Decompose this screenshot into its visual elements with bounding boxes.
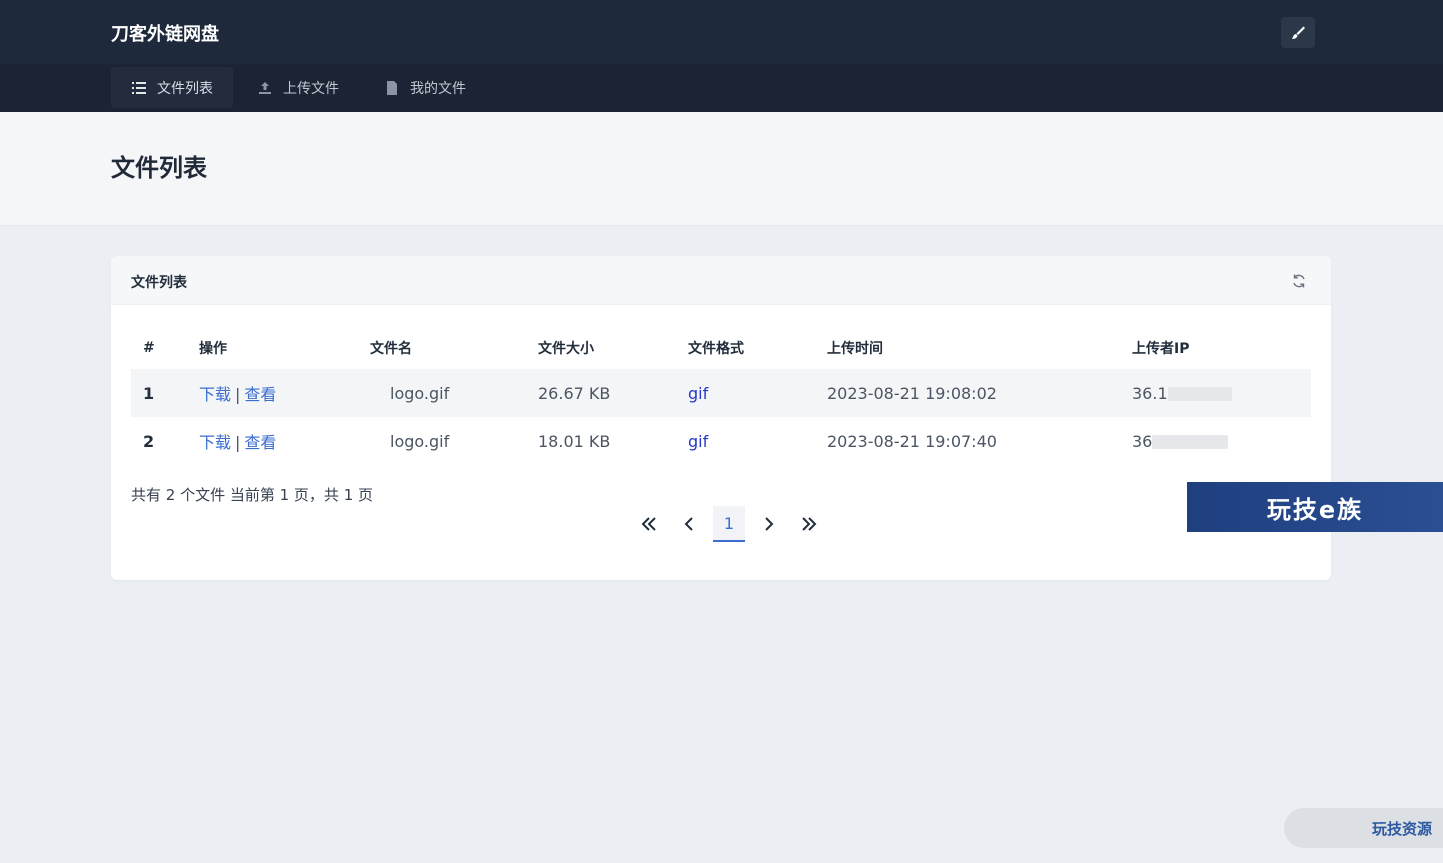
pagination: 1 xyxy=(629,506,829,542)
card-title: 文件列表 xyxy=(131,275,187,291)
row-number: 2 xyxy=(143,431,155,451)
page-header: 文件列表 xyxy=(0,112,1443,226)
table-row: 1 下载 | 查看 logo.gif 26.67 KB gif 2023-08-21… xyxy=(131,369,1311,417)
nav-item-my-files[interactable]: 我的文件 xyxy=(364,67,486,108)
file-table: # 操作 文件名 文件大小 文件格式 上传时间 上传者IP 1 下载 | 查看 lo… xyxy=(131,326,1311,465)
uploader-ip-cell: 36.1 xyxy=(1120,369,1311,417)
column-header: # xyxy=(143,339,155,356)
list-icon xyxy=(131,80,147,96)
nav-item-label: 我的文件 xyxy=(410,80,466,97)
file-format-cell: gif xyxy=(676,417,815,465)
action-separator: | xyxy=(235,433,241,452)
double-chevron-left-icon xyxy=(641,517,656,531)
column-header: 上传时间 xyxy=(827,340,883,357)
prev-page-button[interactable] xyxy=(673,506,705,542)
file-format-link[interactable]: gif xyxy=(688,432,708,451)
first-page-button[interactable] xyxy=(633,506,665,542)
column-header: 文件格式 xyxy=(688,340,744,357)
brand-title[interactable]: 刀客外链网盘 xyxy=(111,20,219,46)
action-separator: | xyxy=(235,385,241,404)
file-list-card: 文件列表 # 操作 文件名 文件大小 文件格式 上传时间 上传者IP 1 下载 … xyxy=(111,256,1331,580)
nav-item-label: 文件列表 xyxy=(157,80,213,97)
double-chevron-right-icon xyxy=(802,517,817,531)
nav-item-upload[interactable]: 上传文件 xyxy=(237,67,359,108)
page-number-button[interactable]: 1 xyxy=(713,506,745,542)
file-format-cell: gif xyxy=(676,369,815,417)
next-page-button[interactable] xyxy=(753,506,785,542)
download-link[interactable]: 下载 xyxy=(199,433,231,452)
refresh-icon xyxy=(1293,274,1305,288)
column-header: 上传者IP xyxy=(1132,340,1190,357)
upload-time: 2023-08-21 19:07:40 xyxy=(827,431,997,451)
nav-item-label: 上传文件 xyxy=(283,80,339,97)
watermark-banner: 玩技e族 xyxy=(1187,482,1443,532)
top-bar: 刀客外链网盘 xyxy=(0,0,1443,64)
view-link[interactable]: 查看 xyxy=(244,433,276,452)
row-number: 1 xyxy=(131,369,187,417)
row-actions: 下载 | 查看 xyxy=(187,417,358,465)
file-name: logo.gif xyxy=(390,431,450,451)
corner-watermark-badge: 玩技资源 xyxy=(1284,808,1443,848)
row-actions: 下载 | 查看 xyxy=(187,369,358,417)
paintbrush-icon xyxy=(1292,26,1305,39)
column-header: 文件名 xyxy=(370,340,412,357)
nav-item-file-list[interactable]: 文件列表 xyxy=(111,67,233,108)
upload-icon xyxy=(257,80,273,96)
file-size: 18.01 KB xyxy=(538,431,611,451)
chevron-right-icon xyxy=(765,517,774,531)
theme-toggle-button[interactable] xyxy=(1281,17,1315,48)
file-format-link[interactable]: gif xyxy=(688,384,708,403)
column-header: 文件大小 xyxy=(538,340,594,357)
redacted-ip-block xyxy=(1167,387,1232,401)
uploader-ip-cell: 36 xyxy=(1120,417,1311,465)
uploader-ip: 36 xyxy=(1132,431,1153,451)
file-size: 26.67 KB xyxy=(526,369,676,417)
card-header: 文件列表 xyxy=(111,256,1331,305)
page-title: 文件列表 xyxy=(111,154,207,182)
nav-bar: 文件列表 上传文件 我的文件 xyxy=(0,64,1443,112)
file-name: logo.gif xyxy=(358,369,526,417)
pagination-summary: 共有 2 个文件 当前第 1 页，共 1 页 xyxy=(131,486,374,504)
download-link[interactable]: 下载 xyxy=(199,385,231,404)
column-header: 操作 xyxy=(199,340,227,357)
table-header-row: # 操作 文件名 文件大小 文件格式 上传时间 上传者IP xyxy=(131,326,1311,369)
last-page-button[interactable] xyxy=(793,506,825,542)
uploader-ip: 36.1 xyxy=(1132,383,1168,403)
table-row: 2 下载 | 查看 logo.gif 18.01 KB gif 2023-08-21… xyxy=(131,417,1311,465)
refresh-button[interactable] xyxy=(1289,271,1309,291)
upload-time: 2023-08-21 19:08:02 xyxy=(815,369,1120,417)
file-icon xyxy=(384,80,400,96)
view-link[interactable]: 查看 xyxy=(244,385,276,404)
redacted-ip-block xyxy=(1152,435,1229,449)
chevron-left-icon xyxy=(684,517,693,531)
